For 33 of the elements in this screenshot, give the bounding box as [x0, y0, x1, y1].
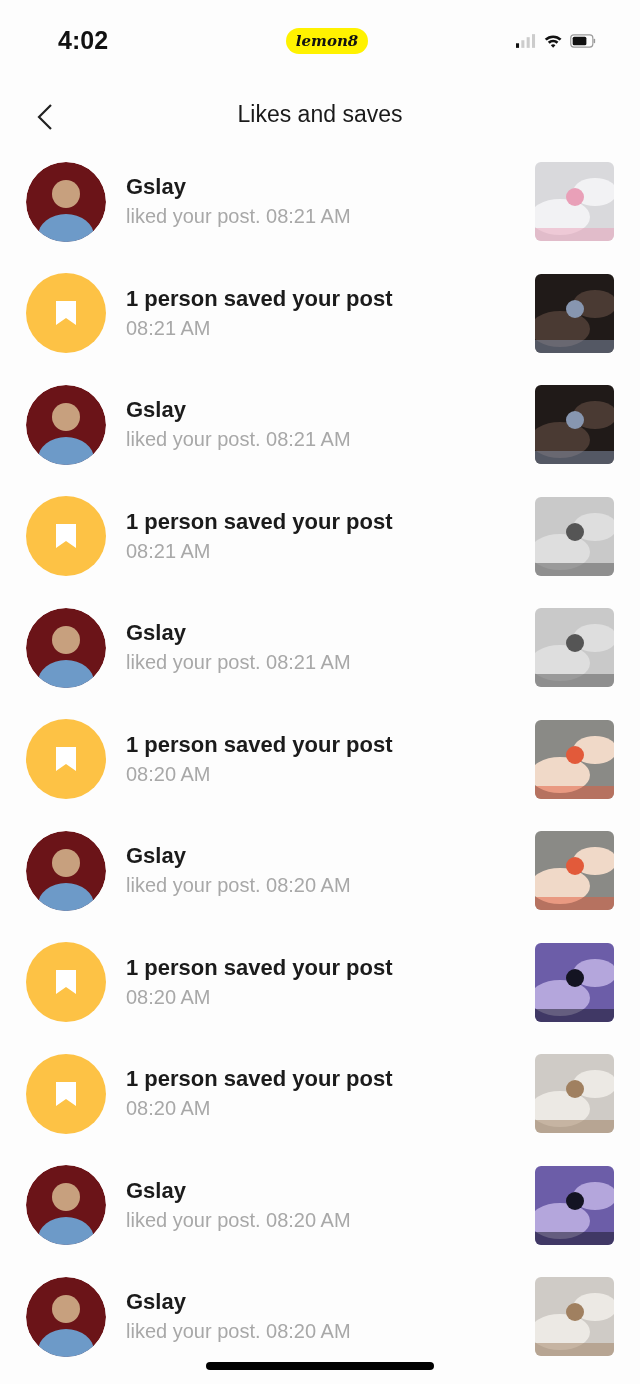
activity-text: 1 person saved your post	[126, 507, 394, 536]
status-time: 4:02	[58, 25, 110, 57]
bookmark-icon	[54, 746, 78, 773]
app-badge: lemon8	[285, 27, 369, 55]
activity-text: liked your post. 08:20 AM	[126, 1319, 352, 1345]
battery-icon	[570, 32, 596, 50]
activity-text: 1 person saved your post	[126, 953, 394, 982]
bookmark-icon	[54, 969, 78, 996]
timestamp: 08:20 AM	[126, 984, 212, 1010]
page-title: Likes and saves	[237, 99, 403, 129]
activity-text: liked your post. 08:20 AM	[126, 1207, 352, 1233]
activity-text: liked your post. 08:21 AM	[126, 427, 352, 453]
bookmark-icon	[54, 1080, 78, 1107]
user-name: Gslay	[126, 619, 187, 648]
signal-icon	[516, 32, 536, 50]
user-name: Gslay	[126, 173, 187, 202]
user-name: Gslay	[126, 842, 187, 871]
activity-text: 1 person saved your post	[126, 730, 394, 759]
activity-text: liked your post. 08:21 AM	[126, 650, 352, 676]
activity-text: 1 person saved your post	[126, 1065, 394, 1094]
user-name: Gslay	[126, 1176, 187, 1205]
timestamp: 08:20 AM	[126, 1096, 212, 1122]
activity-text: liked your post. 08:21 AM	[126, 204, 352, 230]
timestamp: 08:21 AM	[126, 538, 212, 564]
user-name: Gslay	[126, 396, 187, 425]
timestamp: 08:21 AM	[126, 315, 212, 341]
wifi-icon	[543, 32, 563, 50]
bookmark-icon	[54, 300, 78, 327]
user-name: Gslay	[126, 1288, 187, 1317]
activity-text: liked your post. 08:20 AM	[126, 873, 352, 899]
bookmark-icon	[54, 523, 78, 550]
timestamp: 08:20 AM	[126, 761, 212, 787]
activity-text: 1 person saved your post	[126, 284, 394, 313]
